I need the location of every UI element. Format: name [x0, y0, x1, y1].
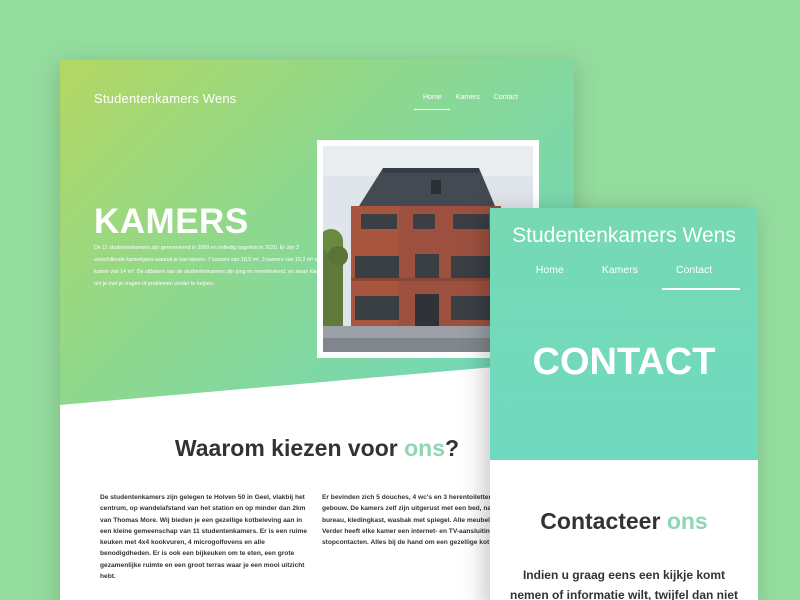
contact-text: Indien u graag eens een kijkje komt neme… — [509, 568, 739, 600]
why-heading-suffix: ? — [445, 435, 460, 461]
mobile-hero-title: CONTACT — [532, 341, 716, 383]
mobile-mockup: Studentenkamers Wens Home Kamers Contact… — [490, 208, 758, 600]
mobile-nav-kamers[interactable]: Kamers — [602, 264, 638, 276]
nav-contact[interactable]: Contact — [494, 94, 518, 101]
mobile-nav: Home Kamers Contact — [490, 264, 758, 290]
nav-kamers[interactable]: Kamers — [456, 94, 480, 101]
mobile-site-logo[interactable]: Studentenkamers Wens — [490, 224, 758, 248]
mobile-nav-home[interactable]: Home — [536, 264, 564, 276]
site-logo[interactable]: Studentenkamers Wens — [94, 91, 237, 106]
mobile-nav-contact[interactable]: Contact — [661, 264, 741, 290]
main-nav: Home Kamers Contact — [414, 94, 532, 110]
hero-intro: De 11 studentenkamers zijn gerenoveerd i… — [94, 245, 325, 287]
why-heading-prefix: Waarom kiezen voor — [174, 435, 405, 461]
contact-heading-accent: ons — [666, 508, 708, 534]
nav-home[interactable]: Home — [414, 94, 450, 110]
contact-heading: Contacteer ons — [490, 508, 758, 535]
contact-heading-prefix: Contacteer — [540, 508, 667, 534]
why-heading-accent: ons — [404, 435, 446, 461]
why-text-column-1: De studentenkamers zijn gelegen te Holve… — [100, 494, 308, 581]
hero-title: KAMERS — [94, 202, 249, 241]
